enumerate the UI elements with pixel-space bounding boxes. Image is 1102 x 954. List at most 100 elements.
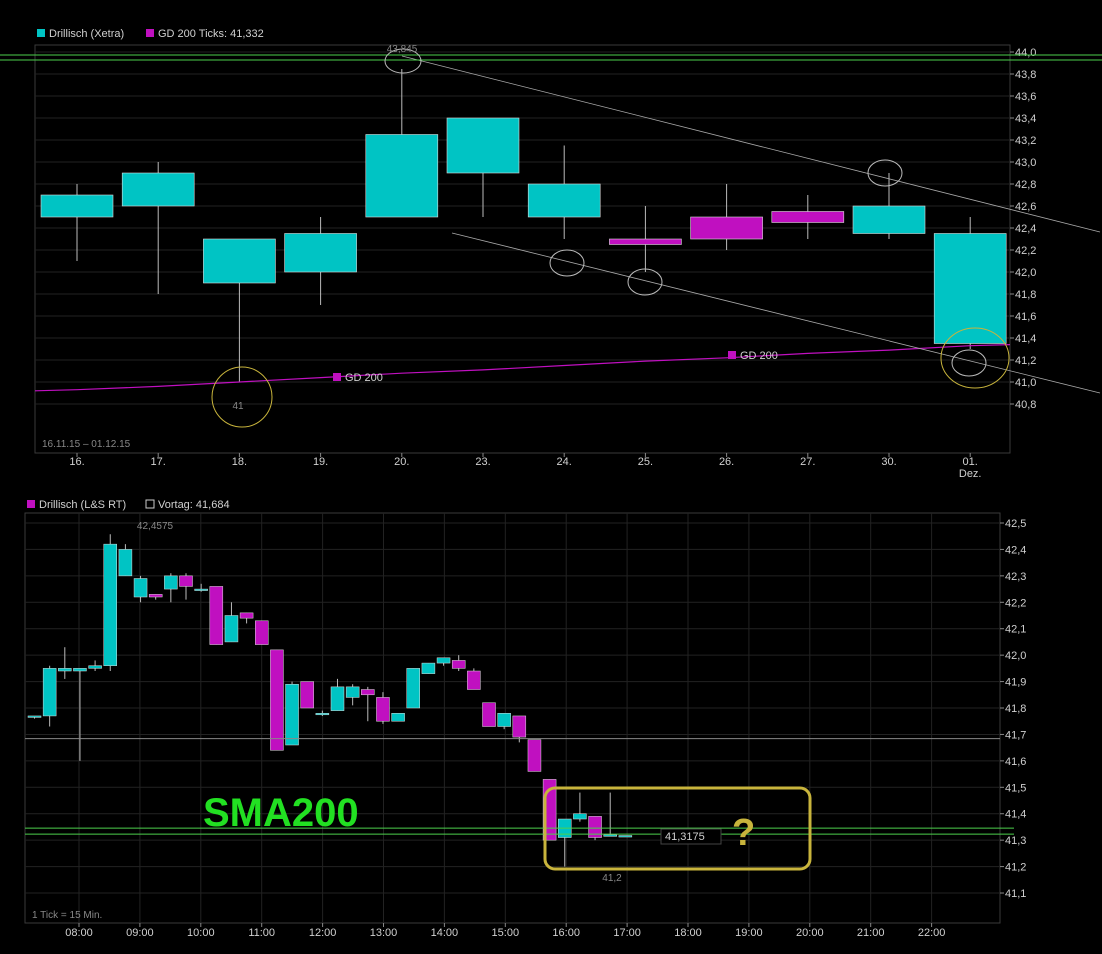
top-y-axis: 44,043,843,643,443,243,042,842,642,442,2… (1010, 47, 1036, 411)
bottom-xtick-label: 10:00 (187, 927, 215, 939)
top-ytick-label: 41,2 (1015, 355, 1036, 367)
bottom-ytick-label: 41,5 (1005, 782, 1026, 794)
top-x-axis: 16. 17. 18. 19. 20. 23. 24. 25. 26. 27. 30. 01.Dez. (69, 453, 982, 480)
top-frame (34, 44, 1011, 454)
top-ytick-label: 42,2 (1015, 245, 1036, 257)
top-candle-body (527, 183, 601, 218)
bottom-candle-body (194, 588, 208, 591)
bottom-candle-body (164, 575, 178, 590)
bottom-ytick-label: 41,1 (1005, 888, 1026, 900)
legend-swatch-gd200 (146, 29, 154, 37)
bottom-ytick-label: 42,0 (1005, 650, 1026, 662)
bottom-xtick-label: 13:00 (370, 927, 398, 939)
bottom-candle-body (436, 657, 451, 664)
top-xtick-label: 26. (719, 456, 734, 468)
bottom-ytick-label: 41,8 (1005, 703, 1026, 715)
top-xtick-label: 25. (638, 456, 653, 468)
ma-label-2: GD 200 (740, 350, 778, 362)
circle-low-18 (211, 366, 273, 428)
top-low-label: 41 (232, 401, 244, 412)
top-xtick-sublabel: Dez. (959, 468, 982, 480)
top-candle-body (609, 238, 682, 245)
top-ytick-label: 41,4 (1015, 333, 1036, 345)
top-ytick-label: 40,8 (1015, 399, 1036, 411)
bottom-ytick-label: 41,9 (1005, 677, 1026, 689)
bottom-candle-body (209, 586, 224, 645)
top-candle-body (365, 134, 439, 218)
bottom-x-axis: 08:00 09:00 10:00 11:00 12:00 13:00 14:00 15:00… (65, 923, 945, 939)
top-ytick-label: 41,6 (1015, 311, 1036, 323)
bottom-xtick-label: 11:00 (248, 927, 275, 939)
bottom-candle-body (239, 612, 254, 619)
top-panel: 44,043,843,643,443,243,042,842,642,442,2… (0, 44, 1102, 480)
top-xtick-label: 24. (557, 456, 572, 468)
top-candle-body (852, 205, 926, 234)
bottom-candle-body (103, 543, 117, 666)
top-candle-body (203, 238, 276, 284)
bottom-xtick-label: 21:00 (857, 927, 885, 939)
bottom-candle-body (497, 713, 511, 727)
bottom-xtick-label: 15:00 (492, 927, 520, 939)
top-candle-body (284, 233, 357, 273)
top-ytick-label: 43,4 (1015, 113, 1036, 125)
top-xtick-label: 01. (963, 456, 978, 468)
bottom-candle-body (148, 594, 163, 598)
bottom-candle-body (179, 575, 193, 587)
bottom-candle-body (300, 681, 314, 709)
top-xtick-label: 23. (475, 456, 490, 468)
ma-label-swatch-2 (728, 351, 736, 359)
top-xtick-label: 19. (313, 456, 328, 468)
legend-ls: Drillisch (L&S RT) (39, 499, 126, 511)
top-candle-body (690, 216, 763, 240)
bottom-ytick-label: 42,4 (1005, 544, 1026, 556)
date-range-label: 16.11.15 – 01.12.15 (42, 439, 131, 450)
bottom-ytick-label: 41,2 (1005, 862, 1026, 874)
bottom-candle-body (345, 686, 360, 698)
bottom-ytick-label: 42,2 (1005, 597, 1026, 609)
bottom-xtick-label: 22:00 (918, 927, 946, 939)
top-candles (40, 69, 1007, 382)
top-xtick-label: 18. (232, 456, 247, 468)
bottom-xtick-label: 14:00 (431, 927, 459, 939)
bottom-candle-body (406, 668, 420, 709)
bottom-candle-body (573, 813, 587, 820)
bottom-candle-body (255, 620, 269, 645)
bottom-candle-body (73, 668, 87, 672)
bottom-candle-body (58, 668, 72, 672)
bottom-candle-body (285, 683, 299, 746)
ma-label-1: GD 200 (345, 372, 383, 384)
bottom-ytick-label: 42,3 (1005, 571, 1026, 583)
bottom-xtick-label: 16:00 (552, 927, 580, 939)
top-xtick-label: 17. (151, 456, 166, 468)
top-ytick-label: 43,6 (1015, 91, 1036, 103)
top-candle-body (446, 117, 520, 174)
top-ytick-label: 43,0 (1015, 157, 1036, 169)
top-ytick-label: 41,0 (1015, 377, 1036, 389)
question-mark: ? (732, 812, 755, 854)
chart-canvas: 44,043,843,643,443,243,042,842,642,442,2… (0, 28, 1102, 939)
bottom-candle-body (27, 715, 42, 718)
legend-vortag: Vortag: 41,684 (158, 499, 230, 511)
bottom-candle-body (618, 835, 633, 838)
bottom-candle-body (270, 649, 284, 751)
bottom-ytick-label: 41,4 (1005, 809, 1026, 821)
bottom-candle-body (482, 702, 496, 727)
bottom-ytick-label: 42,1 (1005, 624, 1026, 636)
bottom-candle-body (315, 713, 330, 716)
top-candle-body (933, 233, 1007, 344)
last-price-label: 41,3175 (665, 831, 705, 843)
legend-swatch-ls (27, 500, 35, 508)
bottom-xtick-label: 20:00 (796, 927, 824, 939)
top-ytick-label: 44,0 (1015, 47, 1036, 59)
ma-label-swatch-1 (333, 373, 341, 381)
top-candle-body (121, 172, 195, 207)
bottom-low-label: 41,2 (602, 873, 622, 884)
bottom-xtick-label: 08:00 (65, 927, 93, 939)
top-xtick-label: 20. (394, 456, 409, 468)
top-xtick-label: 27. (800, 456, 815, 468)
top-grid (34, 44, 1011, 454)
bottom-candle-body (603, 834, 617, 837)
bottom-candle-body (361, 689, 375, 696)
bottom-candle-body (451, 660, 466, 669)
bottom-candle-body (376, 697, 390, 722)
